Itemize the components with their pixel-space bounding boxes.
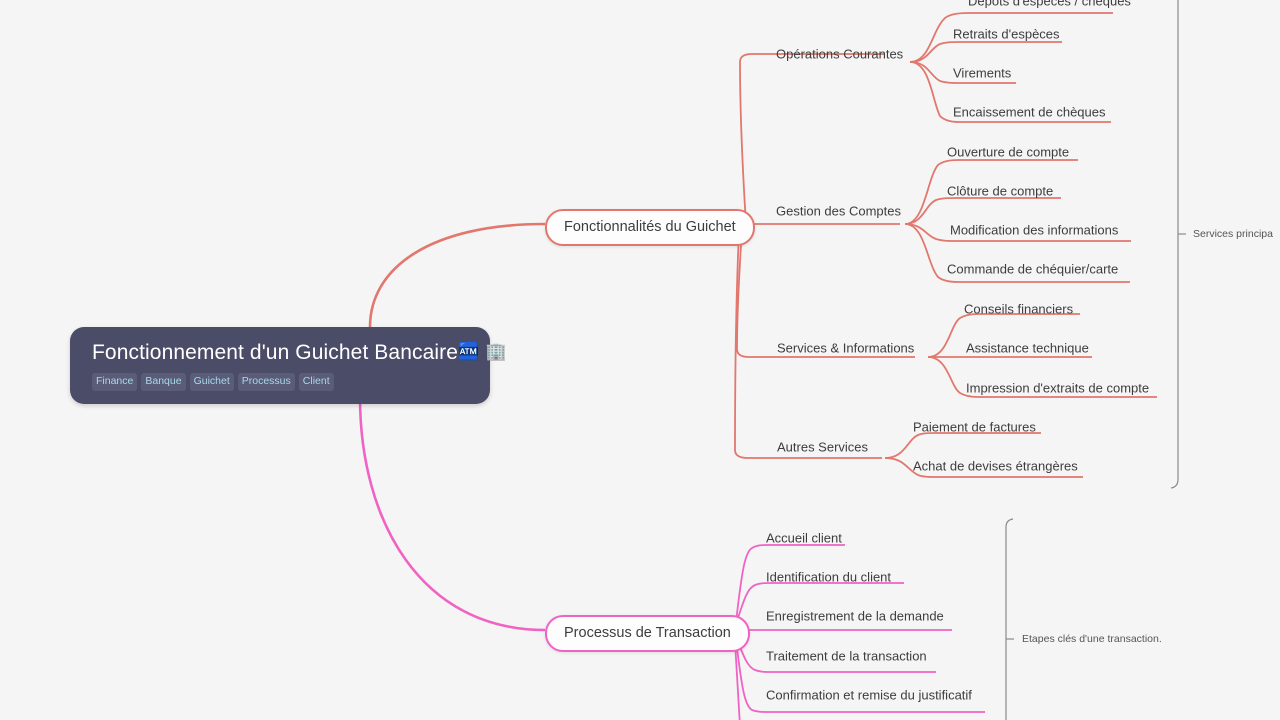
root-title: Fonctionnement d'un Guichet Bancaire🏧 🏢 xyxy=(92,341,507,365)
leaf-processus-accueil[interactable]: Accueil client xyxy=(766,531,842,546)
group-label-gestion-des-comptes[interactable]: Gestion des Comptes xyxy=(776,204,901,219)
root-tag-finance[interactable]: Finance xyxy=(92,373,138,391)
branch-label-processus: Processus de Transaction xyxy=(564,625,731,641)
bracket-etapes-transaction xyxy=(1005,518,1014,720)
link-gestion-leaf-1 xyxy=(904,197,1061,225)
root-tag-guichet[interactable]: Guichet xyxy=(189,373,234,391)
leaf-servicesinfo-conseils[interactable]: Conseils financiers xyxy=(964,302,1073,317)
group-label-autres-services[interactable]: Autres Services xyxy=(777,440,868,455)
link-autres-leaf-0 xyxy=(884,432,1041,459)
leaf-operations-depots[interactable]: Dépôts d'espèces / chèques xyxy=(968,0,1131,9)
leaf-operations-retraits[interactable]: Retraits d'espèces xyxy=(953,27,1060,42)
root-tag-banque[interactable]: Banque xyxy=(141,373,186,391)
branch-node-fonctionnalites[interactable]: Fonctionnalités du Guichet xyxy=(545,209,755,246)
leaf-operations-virements[interactable]: Virements xyxy=(953,66,1011,81)
link-trunk-operations xyxy=(739,53,885,225)
leaf-operations-encaissement[interactable]: Encaissement de chèques xyxy=(953,105,1105,120)
bracket-services-principaux xyxy=(1170,0,1179,489)
root-node[interactable]: Fonctionnement d'un Guichet Bancaire🏧 🏢 … xyxy=(70,327,507,404)
mindmap-canvas: Fonctionnement d'un Guichet Bancaire🏧 🏢 … xyxy=(0,0,1280,720)
link-trunk-services xyxy=(736,229,915,358)
root-tag-client[interactable]: Client xyxy=(298,373,334,391)
leaf-gestion-ouverture[interactable]: Ouverture de compte xyxy=(947,145,1069,160)
leaf-autres-devises[interactable]: Achat de devises étrangères xyxy=(913,459,1078,474)
bracket-label-services-principaux: Services principa xyxy=(1193,228,1273,240)
leaf-processus-identification[interactable]: Identification du client xyxy=(766,570,891,585)
leaf-processus-traitement[interactable]: Traitement de la transaction xyxy=(766,649,927,664)
root-tag-list: Finance Banque Guichet Processus Client xyxy=(92,373,468,391)
root-emoji: 🏧 🏢 xyxy=(458,342,509,361)
link-operations-leaf-1 xyxy=(909,41,1062,63)
leaf-processus-confirmation[interactable]: Confirmation et remise du justificatif xyxy=(766,688,972,703)
leaf-gestion-commande[interactable]: Commande de chéquier/carte xyxy=(947,262,1118,277)
leaf-autres-paiement[interactable]: Paiement de factures xyxy=(913,420,1036,435)
link-processus-overflow xyxy=(734,641,741,720)
leaf-gestion-cloture[interactable]: Clôture de compte xyxy=(947,184,1053,199)
leaf-gestion-modification[interactable]: Modification des informations xyxy=(950,223,1118,238)
leaf-processus-enregistrement[interactable]: Enregistrement de la demande xyxy=(766,609,944,624)
link-root-to-fonctionnalites xyxy=(368,222,546,328)
leaf-servicesinfo-assistance[interactable]: Assistance technique xyxy=(966,341,1089,356)
branch-node-processus[interactable]: Processus de Transaction xyxy=(545,615,750,652)
root-tag-processus[interactable]: Processus xyxy=(237,373,295,391)
group-label-operations-courantes[interactable]: Opérations Courantes xyxy=(776,47,903,62)
branch-label-fonctionnalites: Fonctionnalités du Guichet xyxy=(564,219,736,235)
link-root-to-processus xyxy=(358,396,546,632)
leaf-servicesinfo-impression[interactable]: Impression d'extraits de compte xyxy=(966,381,1149,396)
root-title-text: Fonctionnement d'un Guichet Bancaire xyxy=(92,341,458,364)
bracket-label-etapes-transaction: Etapes clés d'une transaction. xyxy=(1022,633,1162,645)
group-label-services-informations[interactable]: Services & Informations xyxy=(777,341,914,356)
